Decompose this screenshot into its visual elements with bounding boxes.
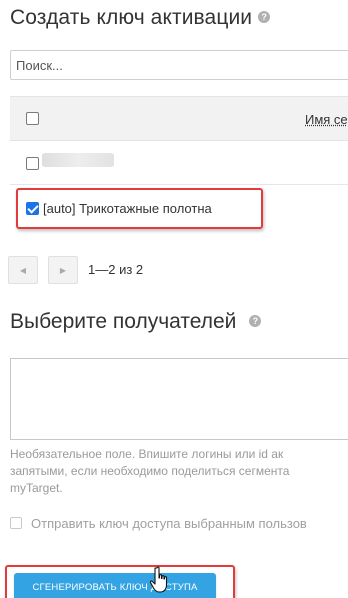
- page-title-text: Создать ключ активации: [10, 6, 253, 29]
- page-title: Создать ключ активации?: [10, 6, 271, 30]
- table-header: Имя се: [10, 96, 348, 141]
- select-all-checkbox[interactable]: [26, 112, 39, 125]
- search-input[interactable]: [11, 51, 348, 79]
- help-icon[interactable]: ?: [249, 315, 262, 327]
- pagination-info: 1—2 из 2: [88, 262, 144, 277]
- column-header-name[interactable]: Имя се: [305, 112, 348, 127]
- chevron-left-icon: ◀: [19, 266, 27, 275]
- hint-line: Необязательное поле. Впишите логины или …: [10, 447, 284, 461]
- table-row[interactable]: [10, 141, 348, 185]
- recipients-hint: Необязательное поле. Впишите логины или …: [10, 446, 348, 497]
- send-checkbox[interactable]: [10, 517, 22, 529]
- help-icon[interactable]: ?: [258, 11, 271, 23]
- row-checkbox[interactable]: [26, 157, 39, 170]
- recipients-title: Выберите получателей?: [10, 310, 262, 334]
- hand-cursor-icon: [149, 566, 168, 593]
- hint-line: myTarget.: [10, 481, 63, 495]
- send-option-label: Отправить ключ доступа выбранным пользов: [31, 516, 307, 531]
- row-label: [auto] Трикотажные полотна: [43, 201, 212, 216]
- recipients-textarea[interactable]: [10, 358, 348, 440]
- blurred-label: [42, 153, 114, 167]
- segments-table: Имя се [auto] Трикотажные полотна: [10, 96, 348, 236]
- next-page-button[interactable]: ▶: [48, 256, 78, 284]
- table-row[interactable]: [auto] Трикотажные полотна: [10, 185, 348, 231]
- generate-key-button[interactable]: СГЕНЕРИРОВАТЬ КЛЮЧ ДОСТУПА: [14, 573, 216, 598]
- recipients-title-text: Выберите получателей: [10, 310, 237, 333]
- chevron-right-icon: ▶: [59, 266, 67, 275]
- hint-line: запятыми, если необходимо поделиться сег…: [10, 464, 290, 478]
- prev-page-button[interactable]: ◀: [8, 256, 38, 284]
- row-checkbox-checked[interactable]: [26, 202, 39, 215]
- search-field[interactable]: [10, 50, 348, 80]
